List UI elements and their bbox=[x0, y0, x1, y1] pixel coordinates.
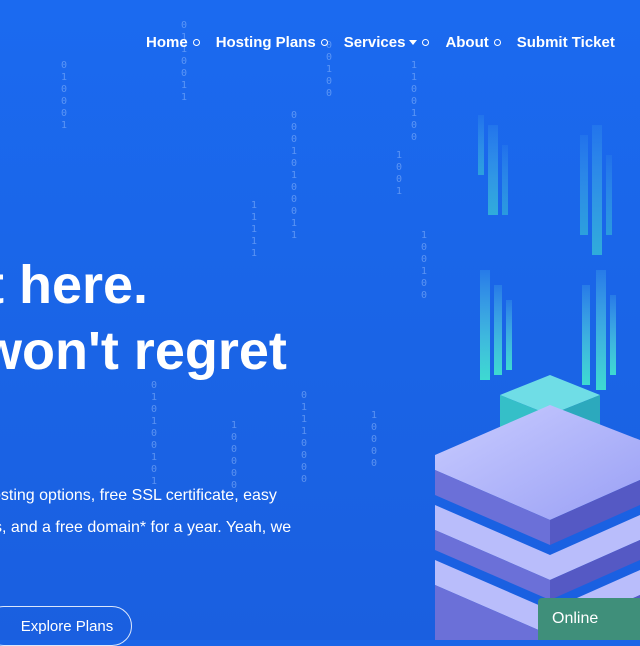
nav-dot-icon bbox=[422, 38, 430, 46]
explore-plans-label: Explore Plans bbox=[20, 617, 114, 635]
nav-item-label: Hosting Plans bbox=[215, 33, 316, 51]
dropdown-caret-icon bbox=[409, 39, 418, 45]
nav-item-label: Services bbox=[343, 33, 406, 51]
server-illustration bbox=[435, 115, 640, 640]
hero-description-line1: osting options, free SSL certificate, ea… bbox=[0, 487, 277, 504]
hero-description: osting options, free SSL certificate, ea… bbox=[0, 480, 360, 544]
hero-headline-line2: won't regret bbox=[0, 321, 287, 381]
nav-item-submit-ticket[interactable]: Submit Ticket bbox=[517, 34, 615, 51]
nav-item-label: Submit Ticket bbox=[516, 33, 615, 51]
chat-online-badge[interactable]: Online bbox=[538, 598, 640, 640]
hero-headline: t here. won't regret bbox=[0, 252, 287, 384]
nav-dot-icon bbox=[320, 38, 328, 46]
explore-plans-button[interactable]: Explore Plans bbox=[0, 606, 132, 646]
nav-item-label: Home bbox=[146, 33, 188, 51]
nav-dot-icon bbox=[493, 38, 501, 46]
nav-item-home[interactable]: Home bbox=[146, 34, 200, 51]
hero-description-line2: s, and a free domain* for a year. Yeah, … bbox=[0, 519, 292, 536]
nav-item-hosting-plans[interactable]: Hosting Plans bbox=[216, 34, 328, 51]
chat-status-label: Online bbox=[552, 610, 599, 627]
main-navigation: Home Hosting Plans Services About Submit… bbox=[130, 30, 640, 54]
nav-dot-icon bbox=[192, 38, 200, 46]
nav-item-services[interactable]: Services bbox=[344, 34, 430, 51]
data-stream-decoration bbox=[478, 115, 616, 390]
nav-item-about[interactable]: About bbox=[445, 33, 501, 51]
nav-item-label: About bbox=[445, 33, 489, 51]
hero-headline-line1: t here. bbox=[0, 255, 149, 315]
